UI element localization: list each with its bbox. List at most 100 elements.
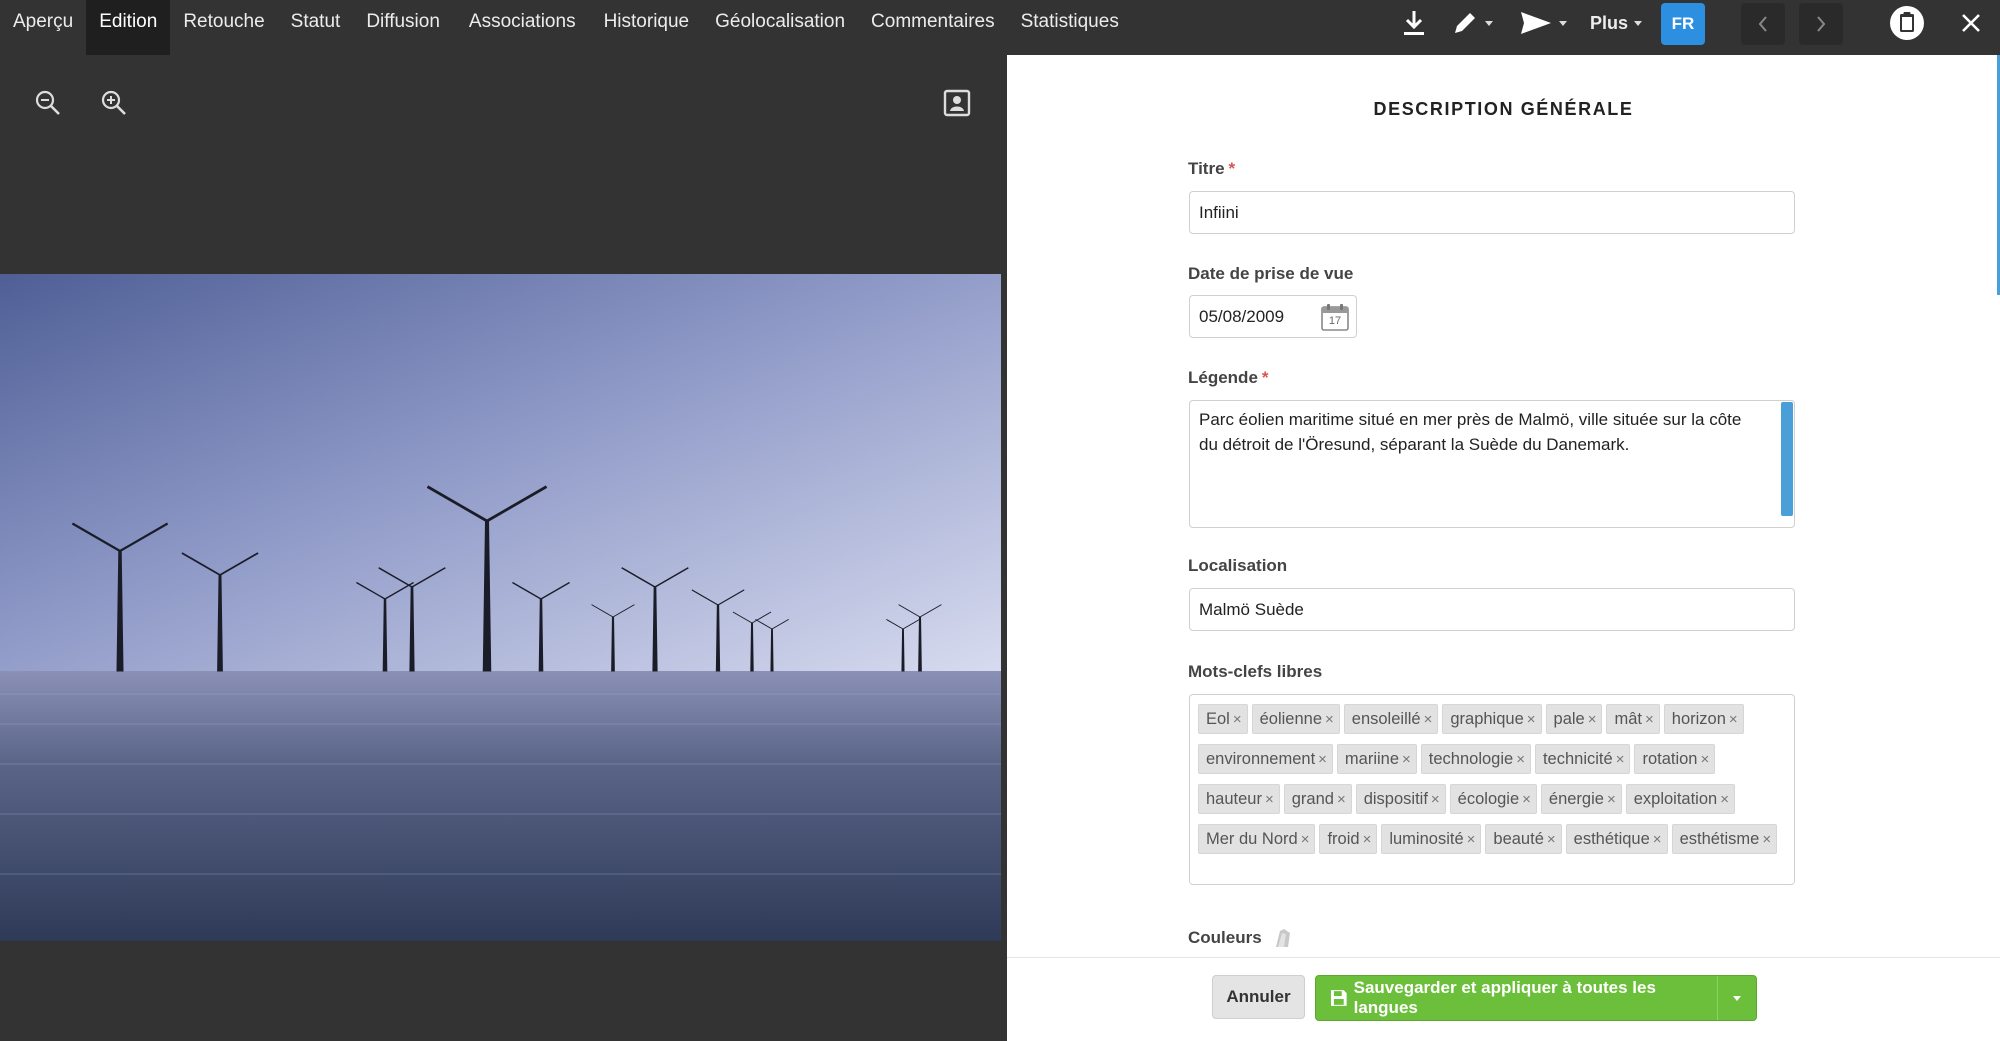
keyword-tag-label: horizon <box>1671 710 1726 728</box>
keyword-tag-label: exploitation <box>1633 790 1718 808</box>
tab-diffusion[interactable]: Diffusion <box>353 0 453 55</box>
keyword-tag-label: esthétisme <box>1679 830 1760 848</box>
keyword-tag[interactable]: mât × <box>1606 704 1660 734</box>
caption-label-text: Légende <box>1188 368 1258 387</box>
keyword-tag-label: technologie <box>1428 750 1514 768</box>
keyword-tag[interactable]: esthétisme × <box>1671 824 1778 854</box>
clipboard-button[interactable] <box>1889 0 1925 46</box>
keyword-tag-label: dispositif <box>1363 790 1428 808</box>
keyword-tag[interactable]: technologie × <box>1420 744 1531 774</box>
tab-associations[interactable]: Associations <box>453 0 590 55</box>
keyword-tag[interactable]: Eol × <box>1198 704 1248 734</box>
previous-button[interactable] <box>1741 3 1785 45</box>
remove-tag-icon[interactable]: × <box>1527 711 1536 728</box>
remove-tag-icon[interactable]: × <box>1318 751 1327 768</box>
cancel-button[interactable]: Annuler <box>1212 975 1305 1019</box>
location-input[interactable]: Malmö Suède <box>1189 588 1795 631</box>
remove-tag-icon[interactable]: × <box>1431 791 1440 808</box>
tab-geolocalisation[interactable]: Géolocalisation <box>702 0 858 55</box>
remove-tag-icon[interactable]: × <box>1301 831 1310 848</box>
keyword-tag[interactable]: mariine × <box>1336 744 1417 774</box>
remove-tag-icon[interactable]: × <box>1467 831 1476 848</box>
remove-tag-icon[interactable]: × <box>1233 711 1242 728</box>
zoom-in-button[interactable] <box>98 87 130 119</box>
remove-tag-icon[interactable]: × <box>1588 711 1597 728</box>
remove-tag-icon[interactable]: × <box>1720 791 1729 808</box>
keyword-tag[interactable]: hauteur × <box>1198 784 1280 814</box>
title-input[interactable]: Infiini <box>1189 191 1795 234</box>
keyword-tag[interactable]: environnement × <box>1198 744 1333 774</box>
send-menu-button[interactable] <box>1517 0 1569 46</box>
section-title: DESCRIPTION GÉNÉRALE <box>1373 99 1634 119</box>
keyword-tag[interactable]: écologie × <box>1449 784 1537 814</box>
keyword-tag[interactable]: exploitation × <box>1625 784 1735 814</box>
textarea-scrollbar[interactable] <box>1781 402 1793 516</box>
keyword-tag[interactable]: graphique × <box>1442 704 1542 734</box>
save-dropdown-toggle[interactable] <box>1717 976 1756 1020</box>
remove-tag-icon[interactable]: × <box>1516 751 1525 768</box>
keyword-tag-label: graphique <box>1450 710 1524 728</box>
edit-panel: DESCRIPTION GÉNÉRALE Titre * Infiini Date… <box>1007 55 2000 1041</box>
remove-tag-icon[interactable]: × <box>1522 791 1531 808</box>
palette-icon[interactable] <box>1270 925 1296 951</box>
remove-tag-icon[interactable]: × <box>1402 751 1411 768</box>
save-button[interactable]: Sauvegarder et appliquer à toutes les la… <box>1315 975 1757 1021</box>
keyword-tag[interactable]: dispositif × <box>1355 784 1446 814</box>
portrait-toggle-button[interactable] <box>942 88 972 118</box>
keyword-tag[interactable]: technicité × <box>1534 744 1631 774</box>
zoom-out-button[interactable] <box>32 87 64 119</box>
remove-tag-icon[interactable]: × <box>1762 831 1771 848</box>
keyword-tag-label: froid <box>1327 830 1360 848</box>
keyword-tag[interactable]: froid × <box>1319 824 1378 854</box>
keyword-tag[interactable]: grand × <box>1283 784 1352 814</box>
remove-tag-icon[interactable]: × <box>1265 791 1274 808</box>
tab-edition[interactable]: Edition <box>86 0 171 55</box>
tab-apercu[interactable]: Aperçu <box>0 0 86 55</box>
required-mark: * <box>1228 159 1236 178</box>
save-main-button[interactable]: Sauvegarder et appliquer à toutes les la… <box>1316 976 1717 1020</box>
keyword-tag-label: beauté <box>1493 830 1544 848</box>
remove-tag-icon[interactable]: × <box>1616 751 1625 768</box>
top-bar: Aperçu Edition Retouche Statut Diffusion… <box>0 0 2000 55</box>
remove-tag-icon[interactable]: × <box>1424 711 1433 728</box>
keyword-tag[interactable]: Mer du Nord × <box>1198 824 1316 854</box>
calendar-button[interactable]: 17 <box>1320 302 1350 332</box>
remove-tag-icon[interactable]: × <box>1325 711 1334 728</box>
tab-historique[interactable]: Historique <box>590 0 703 55</box>
keyword-tag[interactable]: horizon × <box>1663 704 1744 734</box>
keyword-tag[interactable]: éolienne × <box>1251 704 1340 734</box>
keyword-tag[interactable]: ensoleillé × <box>1343 704 1439 734</box>
close-button[interactable] <box>1956 0 1986 46</box>
chevron-down-icon <box>1634 20 1642 26</box>
date-input[interactable]: 05/08/2009 17 <box>1189 295 1357 338</box>
remove-tag-icon[interactable]: × <box>1547 831 1556 848</box>
caption-textarea[interactable]: Parc éolien maritime situé en mer près d… <box>1189 400 1795 528</box>
remove-tag-icon[interactable]: × <box>1363 831 1372 848</box>
keyword-tag[interactable]: rotation × <box>1634 744 1716 774</box>
remove-tag-icon[interactable]: × <box>1729 711 1738 728</box>
keywords-label: Mots-clefs libres <box>1188 662 1323 681</box>
image-viewer <box>0 55 1005 1041</box>
next-button[interactable] <box>1799 3 1843 45</box>
keyword-tag[interactable]: énergie × <box>1540 784 1622 814</box>
tab-statut[interactable]: Statut <box>278 0 354 55</box>
date-value: 05/08/2009 <box>1199 307 1285 326</box>
keyword-tag[interactable]: pale × <box>1545 704 1603 734</box>
remove-tag-icon[interactable]: × <box>1607 791 1616 808</box>
keyword-tag[interactable]: luminosité × <box>1381 824 1482 854</box>
tab-commentaires[interactable]: Commentaires <box>858 0 1008 55</box>
download-button[interactable] <box>1398 0 1430 46</box>
language-button[interactable]: FR <box>1661 3 1705 45</box>
keyword-tag-label: Mer du Nord <box>1206 830 1298 848</box>
keyword-tag[interactable]: esthétique × <box>1565 824 1668 854</box>
remove-tag-icon[interactable]: × <box>1701 751 1710 768</box>
keywords-input[interactable]: Eol × éolienne × ensoleillé × graphique × pale × m… <box>1189 694 1795 885</box>
edit-menu-button[interactable] <box>1448 0 1496 46</box>
tab-retouche[interactable]: Retouche <box>170 0 277 55</box>
remove-tag-icon[interactable]: × <box>1653 831 1662 848</box>
more-menu-button[interactable]: Plus <box>1588 0 1644 46</box>
tab-statistiques[interactable]: Statistiques <box>1008 0 1132 55</box>
keyword-tag[interactable]: beauté × <box>1485 824 1562 854</box>
remove-tag-icon[interactable]: × <box>1337 791 1346 808</box>
remove-tag-icon[interactable]: × <box>1645 711 1654 728</box>
